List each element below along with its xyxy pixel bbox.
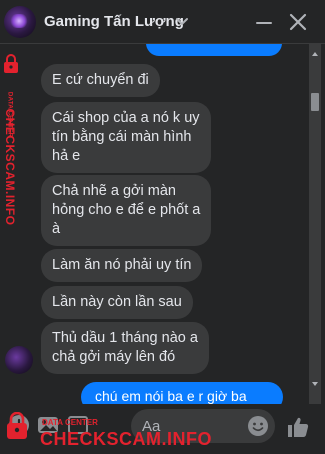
contact-avatar[interactable] xyxy=(4,6,36,38)
message-bubble: Cái shop của a nó k uy tín bằng cái màn … xyxy=(41,102,211,173)
message-list[interactable]: E cứ chuyển đi Cái shop của a nó k uy tí… xyxy=(0,44,325,406)
message-bubble: Làm ăn nó phải uy tín xyxy=(41,249,203,282)
emoji-icon[interactable] xyxy=(247,415,269,437)
watermark-side: DATA CENTER CHECKSCAM.INFO xyxy=(0,48,20,226)
minimize-icon[interactable] xyxy=(254,12,274,32)
scrollbar[interactable] xyxy=(309,44,321,404)
close-icon[interactable] xyxy=(287,11,309,33)
contact-avatar-small xyxy=(5,346,33,374)
lock-icon xyxy=(4,54,18,73)
watermark-big-text: CHECKSCAM.INFO xyxy=(40,429,212,449)
chevron-down-icon[interactable] xyxy=(175,15,189,29)
message-bubble: Chả nhẽ a gởi màn hỏng cho e để e phốt a… xyxy=(41,175,212,246)
contact-name[interactable]: Gaming Tấn Lượng xyxy=(44,13,184,30)
message-bubble: E cứ chuyển đi xyxy=(41,64,160,97)
outgoing-message-partial xyxy=(146,44,282,56)
chat-header: Gaming Tấn Lượng xyxy=(0,0,325,44)
watermark-small-text: DATA CENTER xyxy=(42,418,98,427)
watermark-bottom: DATA CENTER CHECKSCAM.INFO xyxy=(0,410,212,454)
scroll-up-arrow-icon[interactable] xyxy=(311,50,319,58)
watermark-big-text: CHECKSCAM.INFO xyxy=(3,108,17,226)
lock-icon xyxy=(7,412,27,439)
scroll-down-arrow-icon[interactable] xyxy=(311,380,319,388)
scrollbar-thumb[interactable] xyxy=(311,93,319,111)
outgoing-message: chú em nói ba e r giờ ba xyxy=(81,382,283,406)
message-bubble: Lần này còn lần sau xyxy=(41,286,193,319)
message-bubble: Thủ dầu 1 tháng nào a chả gởi máy lên đó xyxy=(41,322,209,374)
thumbs-up-icon[interactable] xyxy=(286,415,310,439)
